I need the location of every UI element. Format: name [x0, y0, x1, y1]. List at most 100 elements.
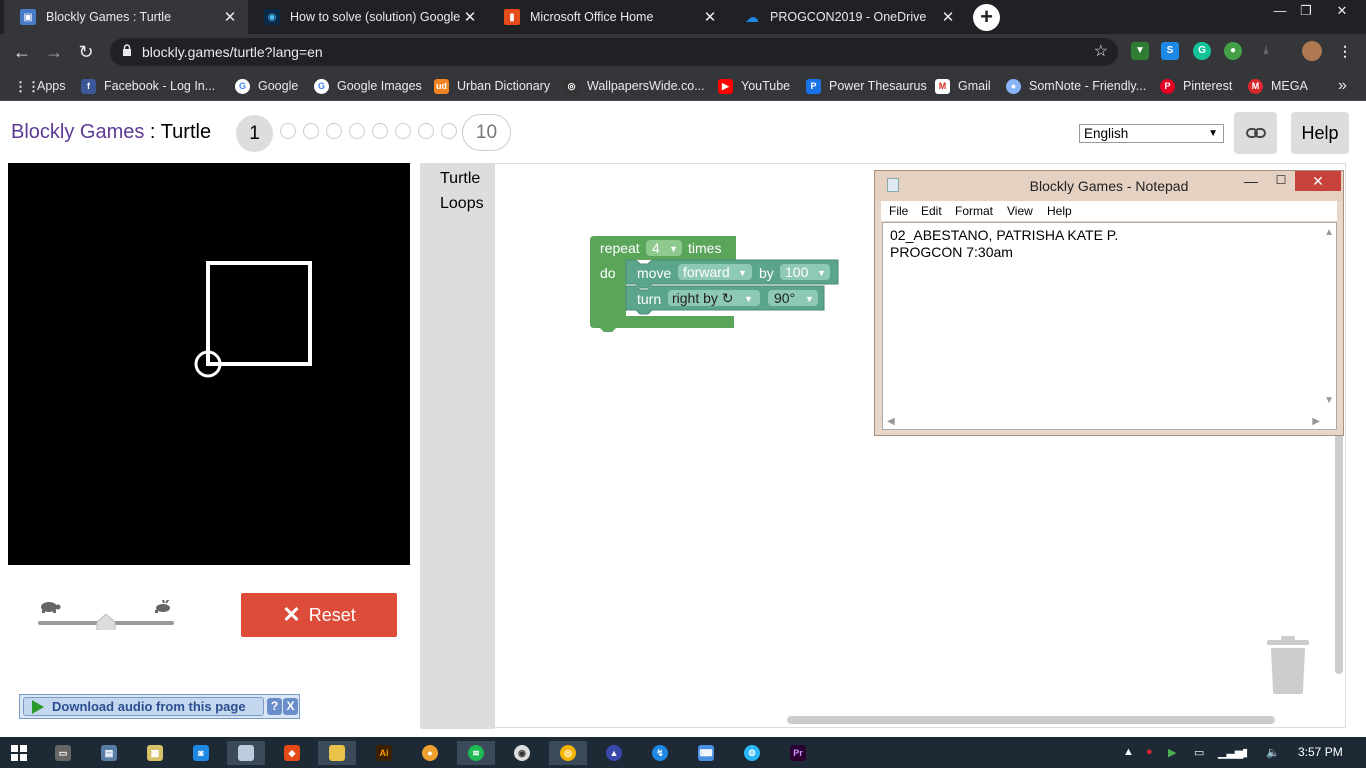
bookmark-google-images[interactable]: G Google Images [314, 77, 422, 95]
scroll-up-icon[interactable]: ▲ [1324, 227, 1334, 238]
level-10-button[interactable]: 10 [462, 114, 511, 151]
address-bar[interactable]: blockly.games/turtle?lang=en ☆ [110, 38, 1118, 66]
taskbar-app-3[interactable]: ▦ [136, 741, 174, 765]
level-3-button[interactable] [303, 123, 319, 139]
taskbar-app-16[interactable]: ⚙ [733, 741, 771, 765]
back-button[interactable]: ← [10, 40, 34, 64]
tab-microsoft-office[interactable]: ▮ Microsoft Office Home ✕ [488, 0, 728, 34]
link-button[interactable] [1234, 112, 1277, 154]
close-icon[interactable]: ✕ [220, 8, 240, 26]
trash-can-icon[interactable] [1265, 636, 1311, 696]
help-icon[interactable]: ? [267, 698, 282, 715]
reload-button[interactable]: ↻ [74, 40, 98, 64]
extension-shield-icon[interactable]: ▼ [1131, 42, 1149, 60]
battery-icon[interactable]: ▮ [1242, 746, 1248, 759]
taskbar-premiere[interactable]: Pr [779, 741, 817, 765]
grammarly-icon[interactable]: G [1193, 42, 1211, 60]
speed-slider[interactable] [38, 596, 174, 632]
tray-expand-icon[interactable]: ▲ [1123, 746, 1134, 758]
close-icon[interactable]: ✕ [460, 8, 480, 26]
bookmark-somnote[interactable]: ● SomNote - Friendly... [1006, 77, 1146, 95]
bookmark-facebook[interactable]: f Facebook - Log In... [81, 77, 215, 95]
bookmark-urban-dictionary[interactable]: ud Urban Dictionary [434, 77, 550, 95]
download-icon[interactable]: ⤓ [1257, 42, 1275, 60]
bookmark-pinterest[interactable]: P Pinterest [1160, 77, 1232, 95]
taskbar-app-11[interactable]: ◉ [503, 741, 541, 765]
menu-format[interactable]: Format [955, 204, 993, 218]
tab-blockly-games[interactable]: ▣ Blockly Games : Turtle ✕ [4, 0, 248, 34]
level-5-button[interactable] [349, 123, 365, 139]
taskbar-spotify[interactable]: ≋ [457, 741, 495, 765]
bookmark-wallpaperswide[interactable]: ◎ WallpapersWide.co... [564, 77, 705, 95]
menu-file[interactable]: File [889, 204, 908, 218]
menu-edit[interactable]: Edit [921, 204, 942, 218]
level-2-button[interactable] [280, 123, 296, 139]
bookmark-google[interactable]: G Google [235, 77, 298, 95]
taskbar-app-2[interactable]: ▤ [90, 741, 128, 765]
level-4-button[interactable] [326, 123, 342, 139]
close-icon[interactable]: X [283, 698, 298, 715]
taskbar-app-14[interactable]: ↯ [641, 741, 679, 765]
toolbox-category-loops[interactable]: Loops [440, 195, 484, 213]
scroll-left-icon[interactable]: ◀ [887, 416, 895, 427]
forward-button[interactable]: → [42, 40, 66, 64]
volume-icon[interactable]: 🔈 [1266, 746, 1280, 759]
close-window-button[interactable]: ✕ [1322, 0, 1362, 24]
tray-mega-icon[interactable]: ● [1146, 746, 1153, 758]
reset-button[interactable]: ✕ Reset [241, 593, 397, 637]
workspace-horizontal-scrollbar[interactable] [787, 716, 1275, 724]
bookmark-power-thesaurus[interactable]: P Power Thesaurus [806, 77, 927, 95]
bookmark-star-icon[interactable]: ☆ [1094, 41, 1108, 61]
bookmark-youtube[interactable]: ▶ YouTube [718, 77, 790, 95]
toolbox-category-turtle[interactable]: Turtle [440, 170, 480, 188]
bookmark-gmail[interactable]: M Gmail [935, 77, 991, 95]
restore-window-button[interactable]: ❐ [1290, 0, 1322, 24]
taskbar-app-9[interactable]: ● [411, 741, 449, 765]
language-select[interactable]: English ▼ [1079, 124, 1224, 143]
close-button[interactable]: ✕ [1295, 171, 1341, 191]
download-audio-button[interactable]: Download audio from this page [23, 697, 264, 716]
new-tab-button[interactable]: + [973, 4, 1000, 31]
taskbar-app-4[interactable]: ◙ [182, 741, 220, 765]
tray-play-icon[interactable]: ▶ [1168, 746, 1176, 759]
taskbar-chrome[interactable]: ◎ [549, 741, 587, 765]
clock[interactable]: 3:57 PM [1298, 745, 1343, 759]
level-9-button[interactable] [441, 123, 457, 139]
avatar[interactable] [1302, 41, 1322, 61]
taskbar-app-15[interactable]: ⌨ [687, 741, 725, 765]
maximize-button[interactable]: ☐ [1267, 173, 1295, 193]
notepad-text-area[interactable]: 02_ABESTANO, PATRISHA KATE P. PROGCON 7:… [882, 222, 1337, 430]
notepad-titlebar[interactable]: Blockly Games - Notepad — ☐ ✕ [875, 171, 1343, 201]
start-button[interactable] [0, 741, 38, 765]
taskbar-illustrator[interactable]: Ai [365, 741, 403, 765]
tab-onedrive[interactable]: ☁ PROGCON2019 - OneDrive ✕ [728, 0, 966, 34]
tab-how-to-solve[interactable]: ◉ How to solve (solution) Google's ✕ [248, 0, 488, 34]
level-8-button[interactable] [418, 123, 434, 139]
scroll-down-icon[interactable]: ▼ [1324, 395, 1334, 406]
taskbar-app-13[interactable]: ▲ [595, 741, 633, 765]
extension-puzzle-icon[interactable]: S [1161, 42, 1179, 60]
close-icon[interactable]: ✕ [700, 8, 720, 26]
menu-view[interactable]: View [1007, 204, 1033, 218]
menu-kebab-icon[interactable]: ⋮ [1336, 42, 1354, 60]
close-icon[interactable]: ✕ [938, 8, 958, 26]
brand-link[interactable]: Blockly Games [11, 121, 144, 143]
bookmark-mega[interactable]: M MEGA [1248, 77, 1308, 95]
workspace-vertical-scrollbar[interactable] [1335, 434, 1343, 674]
tray-keyboard-icon[interactable]: ▭ [1194, 746, 1204, 759]
taskbar-app-6[interactable]: ◆ [273, 741, 311, 765]
wifi-icon[interactable]: ▁▃▅ [1218, 746, 1243, 759]
taskbar-notepad[interactable] [227, 741, 265, 765]
bookmark-apps[interactable]: ⋮⋮ Apps [14, 77, 66, 95]
menu-help[interactable]: Help [1047, 204, 1072, 218]
level-1-button[interactable]: 1 [236, 115, 273, 152]
level-6-button[interactable] [372, 123, 388, 139]
help-button[interactable]: Help [1291, 112, 1349, 154]
scroll-right-icon[interactable]: ▶ [1312, 416, 1320, 427]
minimize-button[interactable]: — [1237, 173, 1265, 193]
level-7-button[interactable] [395, 123, 411, 139]
extension-globe-icon[interactable]: ● [1224, 42, 1242, 60]
taskbar-app-1[interactable]: ▭ [44, 741, 82, 765]
more-bookmarks-button[interactable]: » [1338, 77, 1347, 95]
taskbar-file-explorer[interactable] [318, 741, 356, 765]
